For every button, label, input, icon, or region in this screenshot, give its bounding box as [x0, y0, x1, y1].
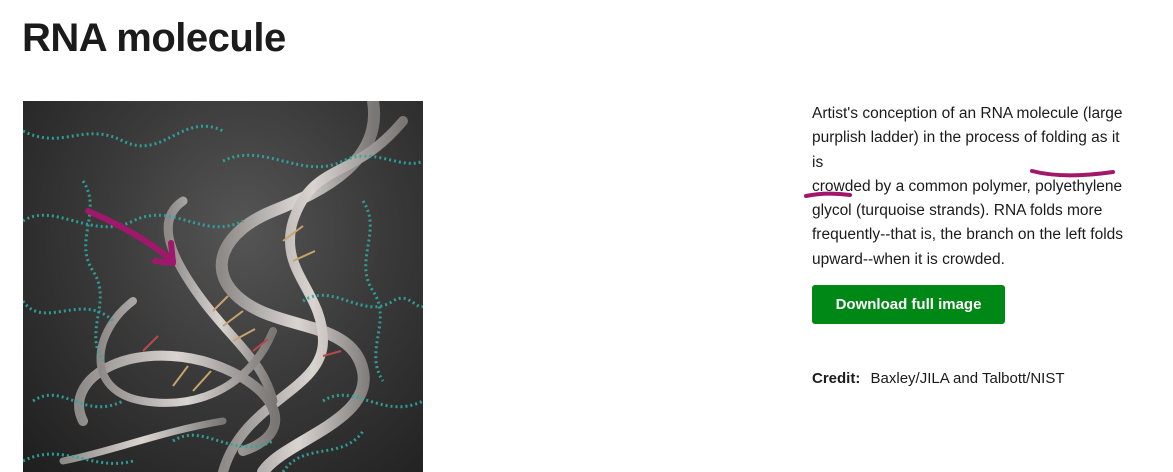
description-line: upward--when it is crowded.	[812, 250, 1005, 268]
credit-value: Baxley/JILA and Talbott/NIST	[870, 370, 1065, 387]
description-line: crowded by a common polymer, polyethylen…	[812, 175, 1132, 199]
rna-molecule-image[interactable]	[23, 101, 423, 472]
credit: Credit: Baxley/JILA and Talbott/NIST	[812, 370, 1065, 387]
description-text: crowded by a common polymer,	[812, 177, 1036, 195]
description-line: glycol (turquoise strands). RNA folds mo…	[812, 199, 1132, 223]
rna-molecule-illustration	[23, 101, 423, 472]
description-line: frequently--that is, the branch on the l…	[812, 226, 1124, 244]
page-title: RNA molecule	[22, 16, 286, 60]
description-line: purplish ladder) in the process of foldi…	[812, 129, 1120, 171]
highlighted-term-polyethylene: polyethylene	[1035, 177, 1123, 195]
page: RNA molecule Artist's conception of an R…	[0, 0, 1173, 472]
credit-label: Credit:	[812, 370, 861, 387]
description-text: (turquoise strands). RNA folds more	[851, 202, 1103, 220]
description-line: Artist's conception of an RNA molecule (…	[812, 105, 1123, 122]
highlighted-term-glycol: glycol	[812, 202, 852, 220]
download-full-image-button[interactable]: Download full image	[812, 285, 1005, 324]
image-description: Artist's conception of an RNA molecule (…	[812, 102, 1132, 272]
